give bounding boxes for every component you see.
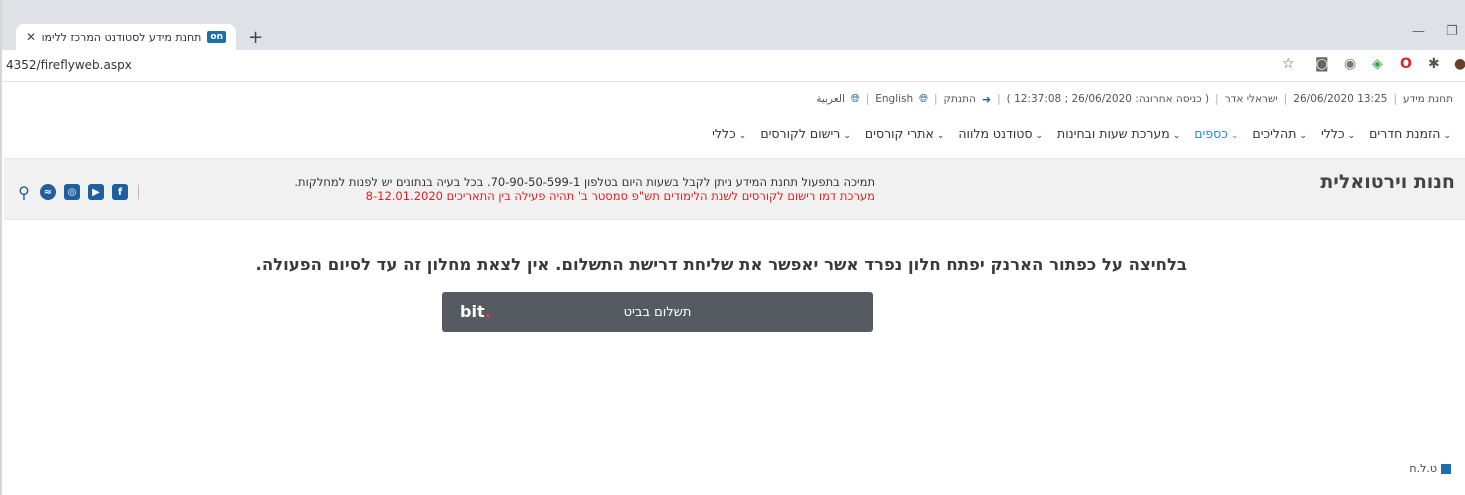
star-icon[interactable]: ☆: [1282, 56, 1295, 72]
nav-item-finance[interactable]: ⌄כספים: [1194, 126, 1238, 141]
english-link[interactable]: English: [875, 93, 913, 105]
nav-item-mentor[interactable]: ⌄סטודנט מלווה: [958, 126, 1043, 141]
globe-icon: 🌐︎: [850, 92, 860, 105]
station-label: תחנת מידע: [1403, 93, 1453, 105]
browser-tab[interactable]: on תחנת מידע לסטודנט המרכז ללימו ✕: [16, 24, 236, 50]
main-nav: ⌄הזמנת חדרים ⌄כללי ⌄תהליכים ⌄כספים ⌄מערכ…: [712, 126, 1451, 141]
nav-item-general-2[interactable]: ⌄כללי: [712, 126, 746, 141]
camera-icon[interactable]: ◙: [1315, 56, 1329, 72]
nav-item-registration[interactable]: ⌄רישום לקורסים: [760, 126, 851, 141]
restore-icon[interactable]: ❐: [1446, 24, 1458, 39]
location-icon[interactable]: ⚲: [16, 183, 32, 202]
nav-item-course-sites[interactable]: ⌄אתרי קורסים: [865, 126, 944, 141]
footer-text: ט.ל.ח: [1409, 462, 1437, 475]
opera-icon[interactable]: O: [1400, 56, 1412, 72]
nav-item-general[interactable]: ⌄כללי: [1321, 126, 1355, 141]
footer: ט.ל.ח: [1409, 462, 1451, 475]
user-name: ישראלי אדר: [1224, 93, 1278, 105]
instagram-icon[interactable]: ◎: [64, 184, 80, 200]
nav-item-schedule[interactable]: ⌄מערכת שעות ובחינות: [1057, 126, 1180, 141]
notice-line-2: מערכת דמו רישום לקורסים לשנת הלימודים תש…: [365, 189, 875, 203]
shield-icon[interactable]: ◈: [1372, 56, 1383, 72]
page-title: חנות וירטואלית: [1320, 171, 1455, 193]
pay-button-label: תשלום בביט: [623, 304, 692, 320]
banner: חנות וירטואלית תמיכה בתפעול תחנת המידע נ…: [4, 158, 1465, 220]
puzzle-icon[interactable]: ✱: [1428, 56, 1440, 72]
minimize-icon[interactable]: —: [1412, 24, 1425, 39]
new-tab-icon[interactable]: +: [248, 27, 263, 48]
nav-item-processes[interactable]: ⌄תהליכים: [1252, 126, 1307, 141]
globe-icon: 🌐︎: [919, 92, 928, 105]
logout-icon[interactable]: ➜: [982, 93, 991, 106]
close-tab-icon[interactable]: ✕: [26, 30, 36, 44]
last-login: ( כניסה אחרונה: 26/06/2020 ; 12:37:08 ): [1006, 93, 1210, 105]
logout-link[interactable]: התנתק: [944, 93, 976, 105]
youtube-icon[interactable]: ▶: [88, 184, 104, 200]
tab-strip: on תחנת מידע לסטודנט המרכז ללימו ✕ + — ❐: [2, 0, 1465, 50]
arabic-link[interactable]: العربية: [816, 93, 845, 105]
notice-line-1: תמיכה בתפעול תחנת המידע ניתן לקבל בשעות …: [294, 175, 875, 189]
nav-item-room-booking[interactable]: ⌄הזמנת חדרים: [1369, 126, 1451, 141]
datetime: 13:25 26/06/2020: [1293, 93, 1388, 105]
avatar[interactable]: ●: [1454, 56, 1465, 72]
browser-window: on תחנת מידע לסטודנט המרכז ללימו ✕ + — ❐…: [0, 0, 1465, 495]
pay-with-bit-button[interactable]: bit. תשלום בביט: [442, 292, 873, 332]
social-links: ⚲ ≈ ◎ ▶ f: [16, 183, 139, 202]
url-field[interactable]: 4352/fireflyweb.aspx: [6, 58, 132, 72]
address-bar: 4352/fireflyweb.aspx ☆ ◙ ◉ ◈ O ✱ ●: [2, 50, 1465, 82]
tab-favicon: on: [207, 31, 226, 43]
check-icon[interactable]: ◉: [1344, 56, 1356, 72]
tab-title: תחנת מידע לסטודנט המרכז ללימו: [42, 30, 202, 44]
info-line: תחנת מידע | 13:25 26/06/2020 | ישראלי אד…: [816, 92, 1453, 106]
facebook-icon[interactable]: f: [112, 184, 128, 200]
instruction-message: בלחיצה על כפתור הארנק יפתח חלון נפרד אשר…: [255, 255, 1187, 274]
messenger-icon[interactable]: ≈: [40, 184, 56, 200]
square-icon: [1441, 463, 1451, 474]
support-notice: תמיכה בתפעול תחנת המידע ניתן לקבל בשעות …: [294, 175, 875, 203]
